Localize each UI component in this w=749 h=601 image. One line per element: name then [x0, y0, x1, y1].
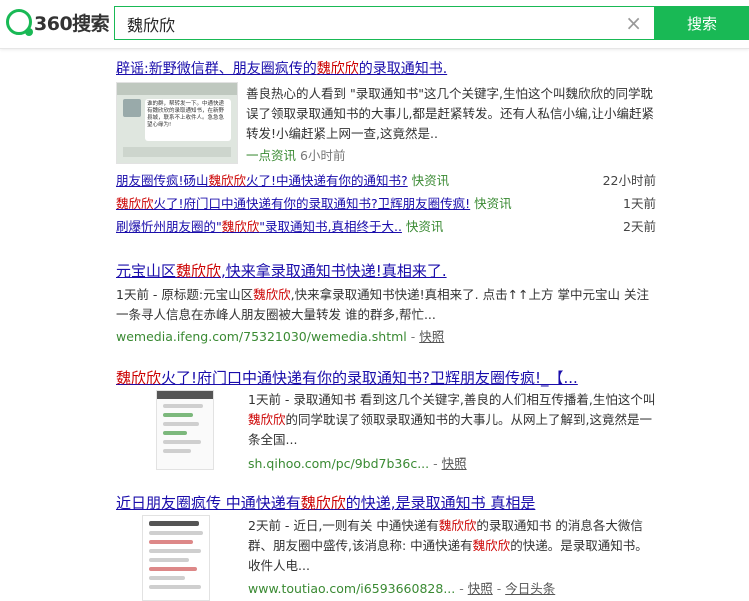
thumb-line	[149, 540, 193, 544]
result-title[interactable]: 魏欣欣火了!府门口中通快递有你的录取通知书?卫辉朋友圈传疯!_【...	[116, 367, 578, 388]
logo-text: 360搜索	[34, 12, 110, 35]
result-source-link[interactable]: 今日头条	[505, 581, 555, 596]
news-headline[interactable]: 辟谣:新野微信群、朋友圈疯传的魏欣欣的录取通知书.	[116, 58, 447, 78]
news-list-time: 1天前	[623, 196, 656, 211]
result-title-text-end: ,快来拿录取通知书快递!真相来了.	[221, 262, 447, 280]
search-input[interactable]	[125, 12, 609, 36]
news-headline-highlight: 魏欣欣	[316, 61, 359, 77]
thumb-line	[163, 404, 203, 408]
news-list-text-end: 火了!中通快递有你的通知书?	[246, 173, 408, 188]
news-list-highlight: 魏欣欣	[221, 219, 260, 234]
result-snippet: 1天前 - 原标题:元宝山区魏欣欣,快来拿录取通知书快递!真相来了. 点击↑↑上…	[116, 285, 656, 325]
result-title[interactable]: 元宝山区魏欣欣,快来拿录取通知书快递!真相来了.	[116, 260, 447, 281]
result-meta: www.toutiao.com/i6593660828... - 快照 - 今日…	[248, 578, 555, 597]
separator: -	[496, 581, 506, 596]
thumb-line	[149, 576, 185, 580]
clear-icon[interactable]: ×	[625, 11, 642, 35]
result-thumbnail[interactable]	[156, 390, 214, 470]
result-thumbnail[interactable]	[142, 515, 210, 601]
news-source: 一点资讯	[246, 148, 297, 163]
separator: -	[433, 456, 442, 471]
news-list-text-end: "录取通知书,真相终于大..	[259, 219, 402, 234]
thumb-line	[163, 431, 187, 435]
search-button[interactable]: 搜索	[655, 6, 749, 40]
result-snippet-text: 2天前 - 近日,一则有关 中通快递有	[248, 518, 439, 533]
result-meta: wemedia.ifeng.com/75321030/wemedia.shtml…	[116, 326, 444, 345]
news-list-source: 快资讯	[411, 173, 450, 188]
result-title-text-end: 的快递,是录取通知书 真相是	[345, 494, 536, 512]
news-headline-text: 辟谣:新野微信群、朋友圈疯传的	[116, 61, 317, 77]
result-snippet-highlight: 魏欣欣	[253, 287, 291, 302]
thumb-line	[163, 440, 201, 444]
news-list-link[interactable]: 朋友圈传疯!砀山魏欣欣火了!中通快递有你的通知书?	[116, 173, 408, 188]
thumb-topbar	[157, 391, 213, 399]
thumb-line	[149, 521, 199, 526]
result-snippet-highlight-2: 魏欣欣	[472, 538, 511, 553]
news-snippet: 善良热心的人看到 "录取通知书"这几个关键字,生怕这个叫魏欣欣的同学耽误了领取录…	[246, 86, 654, 141]
logo-icon	[6, 9, 33, 36]
result-snippet-text: 1天前 - 录取通知书 看到这几个关键字,善良的人们相互传播着,生怕这个叫	[248, 392, 656, 407]
news-list-item: 刷爆忻州朋友圈的"魏欣欣"录取通知书,真相终于大.. 快资讯 2天前	[116, 217, 656, 237]
news-thumbnail[interactable]: 谁的群，帮转发一下。中通快递有魏欣欣的录取通知书，在新野县城，联系不上收件人。急…	[116, 82, 238, 164]
news-meta: 一点资讯 6小时前	[246, 145, 345, 164]
thumb-line	[149, 558, 189, 562]
search-box[interactable]: ×	[114, 6, 655, 40]
news-list-text: 朋友圈传疯!砀山	[116, 173, 209, 188]
result-title-highlight: 魏欣欣	[300, 494, 346, 512]
thumb-line	[149, 567, 197, 571]
cache-link[interactable]: 快照	[468, 581, 493, 596]
logo[interactable]: 360搜索	[6, 8, 110, 36]
thumb-avatar	[123, 99, 141, 117]
news-headline-text-end: 的录取通知书.	[358, 61, 448, 77]
result-snippet: 1天前 - 录取通知书 看到这几个关键字,善良的人们相互传播着,生怕这个叫魏欣欣…	[248, 390, 656, 450]
thumb-line	[149, 585, 201, 589]
cache-link[interactable]: 快照	[442, 456, 467, 471]
thumb-line	[149, 531, 203, 535]
result-url[interactable]: www.toutiao.com/i6593660828...	[248, 581, 455, 596]
result-title-text-end: 火了!府门口中通快递有你的录取通知书?卫辉朋友圈传疯!_【...	[161, 369, 578, 387]
separator: -	[459, 581, 468, 596]
news-list-highlight: 魏欣欣	[208, 173, 247, 188]
result-snippet-highlight: 魏欣欣	[438, 518, 477, 533]
result-snippet-text-end: 的同学耽误了领取录取通知书的大事儿。从网上了解到,这竟然是一条全国...	[248, 412, 652, 447]
thumb-line	[163, 413, 193, 417]
search-header: 360搜索 × 搜索	[0, 0, 749, 49]
news-list-time: 2天前	[623, 219, 656, 234]
news-list-text-end: 火了!府门口中通快递有你的录取通知书?卫辉朋友圈传疯!	[153, 196, 471, 211]
news-list-item: 朋友圈传疯!砀山魏欣欣火了!中通快递有你的通知书? 快资讯 22小时前	[116, 171, 656, 191]
result-title-highlight: 魏欣欣	[176, 262, 222, 280]
result-snippet: 2天前 - 近日,一则有关 中通快递有魏欣欣的录取通知书 的消息各大微信群、朋友…	[248, 516, 656, 576]
result-title-text: 元宝山区	[116, 262, 177, 280]
cache-link[interactable]: 快照	[419, 329, 444, 344]
thumb-topbar	[117, 83, 237, 95]
thumb-chat-bubble: 谁的群，帮转发一下。中通快递有魏欣欣的录取通知书，在新野县城，联系不上收件人。急…	[145, 99, 231, 141]
thumb-line	[163, 422, 199, 426]
news-list-link[interactable]: 刷爆忻州朋友圈的"魏欣欣"录取通知书,真相终于大..	[116, 219, 402, 234]
news-list-source: 快资讯	[474, 196, 512, 211]
thumb-line	[149, 549, 201, 553]
result-title-text: 近日朋友圈疯传 中通快递有	[116, 494, 301, 512]
news-list-highlight: 魏欣欣	[116, 196, 154, 211]
news-list-time: 22小时前	[602, 173, 656, 188]
news-list-source: 快资讯	[405, 219, 444, 234]
result-snippet-highlight: 魏欣欣	[248, 412, 286, 427]
result-url[interactable]: wemedia.ifeng.com/75321030/wemedia.shtml	[116, 329, 407, 344]
thumb-line	[163, 449, 191, 453]
news-list-text: 刷爆忻州朋友圈的"	[116, 219, 222, 234]
separator: -	[410, 329, 420, 344]
news-time: 6小时前	[300, 148, 346, 163]
result-title-highlight: 魏欣欣	[116, 369, 162, 387]
news-list-link[interactable]: 魏欣欣火了!府门口中通快递有你的录取通知书?卫辉朋友圈传疯!	[116, 196, 470, 211]
news-list-item: 魏欣欣火了!府门口中通快递有你的录取通知书?卫辉朋友圈传疯! 快资讯 1天前	[116, 194, 656, 214]
result-title[interactable]: 近日朋友圈疯传 中通快递有魏欣欣的快递,是录取通知书 真相是	[116, 492, 535, 513]
result-snippet-text: 1天前 - 原标题:元宝山区	[116, 287, 254, 302]
result-url[interactable]: sh.qihoo.com/pc/9bd7b36c...	[248, 456, 429, 471]
result-meta: sh.qihoo.com/pc/9bd7b36c... - 快照	[248, 453, 467, 472]
thumb-footer	[123, 147, 231, 157]
